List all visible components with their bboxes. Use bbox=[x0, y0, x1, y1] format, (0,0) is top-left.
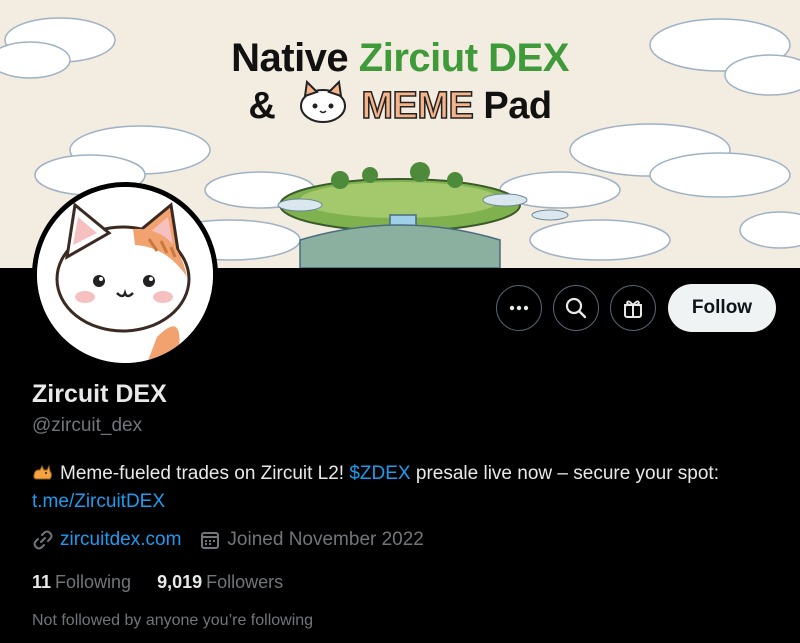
profile-meta: zircuitdex.com Joined November 2022 bbox=[32, 529, 424, 551]
banner-title-amp: & bbox=[248, 85, 286, 127]
following-label: Following bbox=[55, 572, 132, 592]
bio-cashtag-link[interactable]: $ZDEX bbox=[349, 463, 410, 484]
bio-text-2: presale live now – secure your spot: bbox=[410, 463, 719, 484]
followers-link[interactable]: 9,019 Followers bbox=[157, 572, 283, 593]
bio-telegram-link[interactable]: t.me/ZircuitDEX bbox=[32, 491, 165, 512]
banner-title-pad: Pad bbox=[473, 85, 552, 127]
profile-handle: @zircuit_dex bbox=[32, 415, 143, 436]
calendar-icon bbox=[199, 529, 221, 551]
link-icon bbox=[32, 529, 54, 551]
more-options-button[interactable] bbox=[496, 285, 542, 331]
gift-button[interactable] bbox=[610, 285, 656, 331]
following-link[interactable]: 11 Following bbox=[32, 572, 131, 593]
follow-button[interactable]: Follow bbox=[668, 284, 776, 332]
profile-bio: Meme-fueled trades on Zircuit L2! $ZDEX … bbox=[32, 460, 782, 516]
avatar[interactable] bbox=[32, 182, 218, 368]
follow-stats: 11 Following 9,019 Followers bbox=[32, 572, 309, 593]
more-icon bbox=[509, 305, 529, 311]
gift-icon bbox=[624, 300, 642, 318]
website-link[interactable]: zircuitdex.com bbox=[60, 529, 181, 551]
cat-avatar-icon bbox=[37, 187, 213, 363]
banner-title-brand: Zirciut DEX bbox=[358, 36, 570, 80]
cat-emoji-icon bbox=[33, 464, 52, 480]
followers-label: Followers bbox=[206, 572, 284, 592]
bio-text: Meme-fueled trades on Zircuit L2! bbox=[60, 463, 350, 484]
cat-mascot-icon bbox=[300, 80, 347, 123]
joined-date: Joined November 2022 bbox=[227, 529, 424, 550]
banner-title-native: Native bbox=[231, 36, 359, 80]
search-icon bbox=[565, 297, 587, 319]
banner-title-line2: & MEME Pad bbox=[0, 80, 800, 128]
banner-title-line1: Native Zirciut DEX bbox=[0, 36, 800, 81]
profile-name: Zircuit DEX bbox=[32, 380, 167, 408]
banner-title-meme: MEME bbox=[361, 84, 475, 128]
following-count: 11 bbox=[32, 572, 52, 592]
followers-count: 9,019 bbox=[157, 572, 203, 592]
search-profile-button[interactable] bbox=[553, 285, 599, 331]
mutual-followers-note: Not followed by anyone you’re following bbox=[32, 612, 314, 629]
